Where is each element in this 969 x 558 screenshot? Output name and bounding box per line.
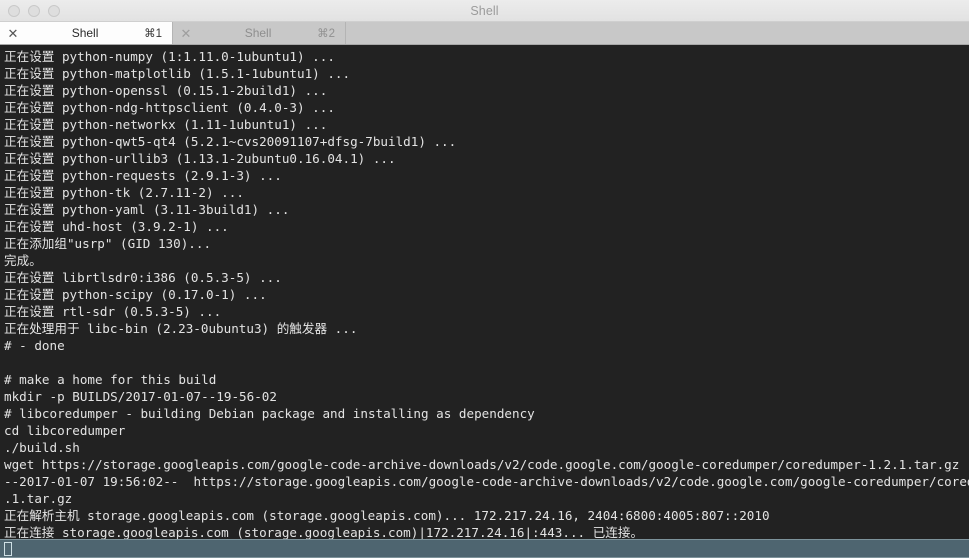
window-controls (0, 4, 60, 17)
terminal-line: 正在设置 python-urllib3 (1.13.1-2ubuntu0.16.… (4, 151, 396, 166)
terminal-line: ./build.sh (4, 440, 80, 455)
terminal-prompt-row[interactable] (0, 539, 969, 558)
terminal-line: 正在设置 librtlsdr0:i386 (0.5.3-5) ... (4, 270, 282, 285)
terminal-line: 正在设置 python-networkx (1.11-1ubuntu1) ... (4, 117, 328, 132)
window-title: Shell (470, 3, 499, 18)
terminal-line: 正在设置 python-requests (2.9.1-3) ... (4, 168, 282, 183)
terminal-line: 正在设置 python-matplotlib (1.5.1-1ubuntu1) … (4, 66, 351, 81)
zoom-button[interactable] (48, 4, 60, 17)
terminal-line: 正在设置 python-ndg-httpsclient (0.4.0-3) ..… (4, 100, 335, 115)
tab-shortcut: ⌘2 (317, 28, 335, 40)
terminal-line: 完成。 (4, 253, 42, 268)
terminal-line: 正在添加组"usrp" (GID 130)... (4, 236, 212, 251)
tab-label: Shell (71, 26, 99, 40)
terminal-line: # make a home for this build (4, 372, 217, 387)
terminal-line: 正在设置 python-openssl (0.15.1-2build1) ... (4, 83, 328, 98)
terminal-line: 正在处理用于 libc-bin (2.23-0ubuntu3) 的触发器 ... (4, 321, 358, 336)
terminal-line: .1.tar.gz (4, 491, 73, 506)
terminal-line: cd libcoredumper (4, 423, 126, 438)
tab-shortcut: ⌘1 (144, 28, 162, 40)
terminal-window: Shell ✕ Shell ⌘1 ✕ Shell ⌘2 正在设置 python-… (0, 0, 969, 558)
text-cursor (4, 541, 12, 556)
terminal-line: 正在设置 uhd-host (3.9.2-1) ... (4, 219, 229, 234)
tab-bar: ✕ Shell ⌘1 ✕ Shell ⌘2 (0, 22, 969, 45)
terminal-output[interactable]: 正在设置 python-numpy (1:1.11.0-1ubuntu1) ..… (0, 45, 969, 558)
terminal-line: 正在设置 python-tk (2.7.11-2) ... (4, 185, 244, 200)
terminal-line-list: 正在设置 python-numpy (1:1.11.0-1ubuntu1) ..… (4, 48, 969, 541)
tab-shell-2[interactable]: ✕ Shell ⌘2 (173, 22, 346, 44)
close-icon[interactable]: ✕ (0, 27, 26, 40)
terminal-line: 正在设置 python-scipy (0.17.0-1) ... (4, 287, 267, 302)
tab-label: Shell (244, 26, 272, 40)
close-button[interactable] (8, 4, 20, 17)
tab-bar-empty-area[interactable] (346, 22, 969, 44)
terminal-line: 正在设置 python-numpy (1:1.11.0-1ubuntu1) ..… (4, 49, 335, 64)
terminal-line: # - done (4, 338, 65, 353)
terminal-line: --2017-01-07 19:56:02-- https://storage.… (4, 474, 969, 489)
terminal-line: 正在设置 python-qwt5-qt4 (5.2.1~cvs20091107+… (4, 134, 457, 149)
terminal-line: mkdir -p BUILDS/2017-01-07--19-56-02 (4, 389, 277, 404)
terminal-line: wget https://storage.googleapis.com/goog… (4, 457, 960, 472)
terminal-line: # libcoredumper - building Debian packag… (4, 406, 535, 421)
terminal-line: 正在解析主机 storage.googleapis.com (storage.g… (4, 508, 770, 523)
terminal-line: 正在设置 rtl-sdr (0.5.3-5) ... (4, 304, 222, 319)
terminal-line: 正在设置 python-yaml (3.11-3build1) ... (4, 202, 290, 217)
close-icon[interactable]: ✕ (173, 27, 199, 40)
minimize-button[interactable] (28, 4, 40, 17)
window-titlebar: Shell (0, 0, 969, 22)
tab-shell-1[interactable]: ✕ Shell ⌘1 (0, 22, 173, 44)
